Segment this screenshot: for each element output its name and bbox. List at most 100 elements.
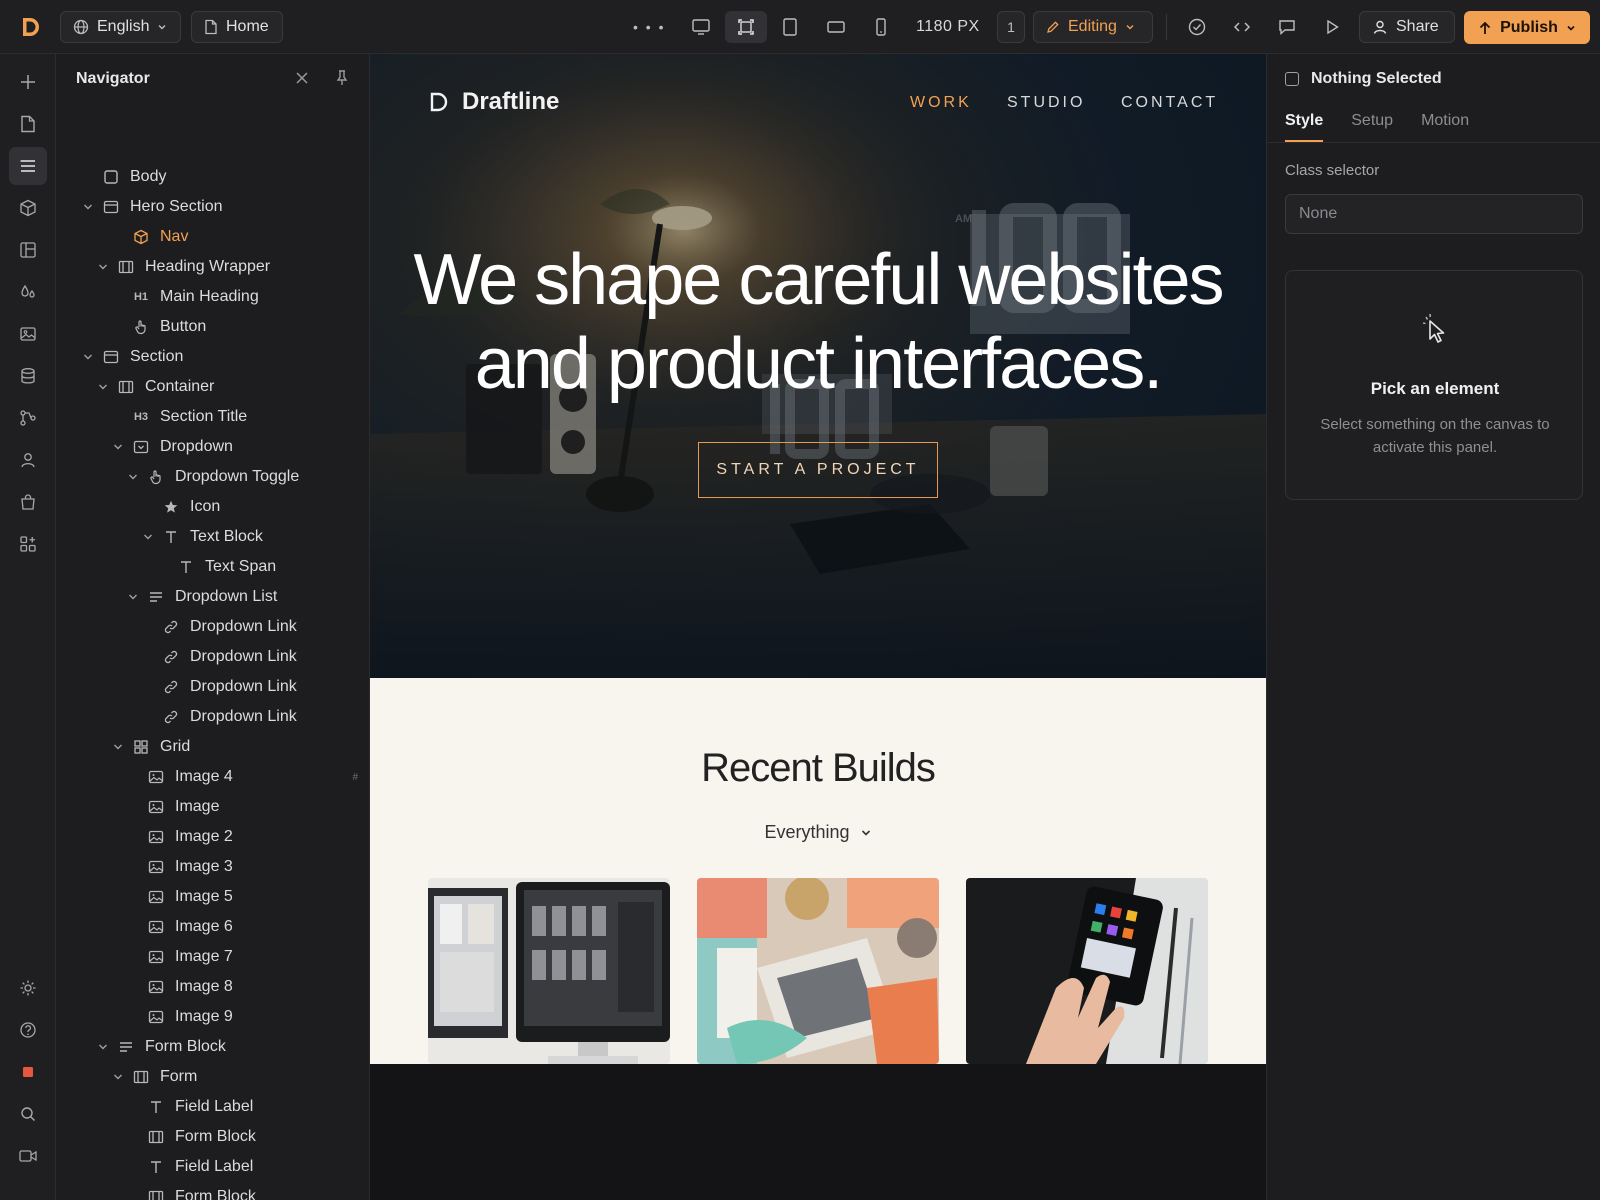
navigator-tree-item[interactable]: Image 7: [56, 942, 370, 972]
users-icon[interactable]: [9, 441, 47, 479]
more-options-icon[interactable]: • • •: [633, 11, 665, 43]
navigator-tree-item[interactable]: Dropdown Link: [56, 672, 370, 702]
settings-sun-icon[interactable]: [9, 969, 47, 1007]
tab-setup[interactable]: Setup: [1351, 112, 1393, 142]
navigator-tree-item[interactable]: Image 3: [56, 852, 370, 882]
close-icon[interactable]: [292, 68, 312, 88]
code-icon[interactable]: [1226, 11, 1258, 43]
site-nav-studio-link[interactable]: STUDIO: [1007, 94, 1085, 112]
mode-select[interactable]: Editing: [1033, 11, 1153, 43]
chevron-down-icon[interactable]: [110, 1069, 126, 1085]
base-breakpoint-icon[interactable]: [725, 11, 767, 43]
tablet-breakpoint-icon[interactable]: [774, 11, 806, 43]
start-project-button[interactable]: START A PROJECT: [698, 442, 938, 498]
page-select[interactable]: Home: [191, 11, 283, 43]
site-brand[interactable]: Draftline: [428, 88, 559, 116]
navigator-tree-item[interactable]: Form: [56, 1062, 370, 1092]
design-canvas[interactable]: AM Draftline WORK STUDIO CONTACT We shap…: [370, 54, 1266, 1200]
navigator-tree-item[interactable]: Form Block: [56, 1122, 370, 1152]
chevron-down-icon[interactable]: [95, 259, 111, 275]
main-heading[interactable]: We shape careful websites and product in…: [370, 238, 1266, 406]
search-icon[interactable]: [9, 1095, 47, 1133]
navigator-tree-item[interactable]: Dropdown Toggle: [56, 462, 370, 492]
navigator-tree-item[interactable]: Form Block: [56, 1182, 370, 1200]
navigator-tree-item[interactable]: H1 Main Heading: [56, 282, 370, 312]
language-select[interactable]: English: [60, 11, 181, 43]
navigator-tree-item[interactable]: Icon: [56, 492, 370, 522]
assets-image-icon[interactable]: [9, 315, 47, 353]
ecommerce-bag-icon[interactable]: [9, 483, 47, 521]
preview-play-icon[interactable]: [1316, 11, 1348, 43]
site-nav-contact-link[interactable]: CONTACT: [1121, 94, 1218, 112]
navigator-tree-item[interactable]: Form Block: [56, 1032, 370, 1062]
apps-grid-icon[interactable]: [9, 525, 47, 563]
help-icon[interactable]: [9, 1011, 47, 1049]
pin-icon[interactable]: [332, 68, 352, 88]
cms-database-icon[interactable]: [9, 357, 47, 395]
navigator-tree-item[interactable]: Grid: [56, 732, 370, 762]
navigator-tree-item[interactable]: Image 2: [56, 822, 370, 852]
navigator-tree-item[interactable]: Dropdown List: [56, 582, 370, 612]
site-nav-work-link[interactable]: WORK: [910, 94, 972, 112]
chevron-down-icon[interactable]: [110, 739, 126, 755]
chevron-down-icon[interactable]: [80, 349, 96, 365]
chevron-down-icon[interactable]: [95, 379, 111, 395]
mobile-portrait-breakpoint-icon[interactable]: [865, 11, 897, 43]
navigator-tree-item[interactable]: Field Label: [56, 1152, 370, 1182]
mobile-landscape-breakpoint-icon[interactable]: [820, 11, 852, 43]
navigator-tree-item[interactable]: Image 9: [56, 1002, 370, 1032]
chevron-down-icon[interactable]: [80, 199, 96, 215]
style-drops-icon[interactable]: [9, 273, 47, 311]
form-section-placeholder[interactable]: [370, 1064, 1266, 1200]
chevron-down-icon[interactable]: [140, 529, 156, 545]
app-logo-icon[interactable]: [16, 13, 44, 41]
filter-dropdown-toggle[interactable]: Everything: [370, 822, 1266, 843]
breakpoint-count-badge[interactable]: 1: [997, 11, 1025, 43]
section-title[interactable]: Recent Builds: [370, 746, 1266, 791]
chevron-down-icon[interactable]: [110, 439, 126, 455]
navigator-tree-item[interactable]: Hero Section: [56, 192, 370, 222]
navigator-tree-item[interactable]: Dropdown Link: [56, 702, 370, 732]
build-image-card[interactable]: [697, 878, 939, 1064]
build-image-card[interactable]: [966, 878, 1208, 1064]
comment-icon[interactable]: [1271, 11, 1303, 43]
record-stop-icon[interactable]: [9, 1053, 47, 1091]
recent-builds-section[interactable]: Recent Builds Everything: [370, 678, 1266, 1064]
audit-check-icon[interactable]: [1181, 11, 1213, 43]
navigator-tree-item[interactable]: Image 8: [56, 972, 370, 1002]
share-button[interactable]: Share: [1359, 11, 1455, 43]
navigator-tree-item[interactable]: H3 Section Title: [56, 402, 370, 432]
navigator-tree-item[interactable]: Image 4 #: [56, 762, 370, 792]
add-icon[interactable]: [9, 63, 47, 101]
navigator-tree-item[interactable]: Heading Wrapper: [56, 252, 370, 282]
publish-button[interactable]: Publish: [1464, 11, 1590, 44]
navigator-tree-item[interactable]: Section: [56, 342, 370, 372]
navigator-tree-item[interactable]: Body: [56, 162, 370, 192]
navigator-tree-item[interactable]: Text Block: [56, 522, 370, 552]
class-selector-input[interactable]: None: [1285, 194, 1583, 234]
navigator-icon[interactable]: [9, 147, 47, 185]
navigator-tree-item[interactable]: Container: [56, 372, 370, 402]
logic-flow-icon[interactable]: [9, 399, 47, 437]
chevron-down-icon[interactable]: [125, 469, 141, 485]
navigator-tree-item[interactable]: Dropdown: [56, 432, 370, 462]
navigator-tree-item[interactable]: Dropdown Link: [56, 612, 370, 642]
navigator-tree-item[interactable]: Text Span: [56, 552, 370, 582]
video-camera-icon[interactable]: [9, 1137, 47, 1175]
layout-panels-icon[interactable]: [9, 231, 47, 269]
selection-checkbox[interactable]: [1285, 72, 1299, 86]
chevron-down-icon[interactable]: [95, 1039, 111, 1055]
chevron-down-icon[interactable]: [125, 589, 141, 605]
navigator-tree-item[interactable]: Button: [56, 312, 370, 342]
desktop-breakpoint-icon[interactable]: [685, 11, 717, 43]
pages-icon[interactable]: [9, 105, 47, 143]
navigator-tree-item[interactable]: Field Label: [56, 1092, 370, 1122]
build-image-card[interactable]: [428, 878, 670, 1064]
navigator-tree-item[interactable]: Dropdown Link: [56, 642, 370, 672]
tab-style[interactable]: Style: [1285, 112, 1324, 142]
tab-motion[interactable]: Motion: [1421, 112, 1469, 142]
navigator-tree-item[interactable]: Nav: [56, 222, 370, 252]
components-cube-icon[interactable]: [9, 189, 47, 227]
navigator-tree-item[interactable]: Image 6: [56, 912, 370, 942]
navigator-tree-item[interactable]: Image 5: [56, 882, 370, 912]
